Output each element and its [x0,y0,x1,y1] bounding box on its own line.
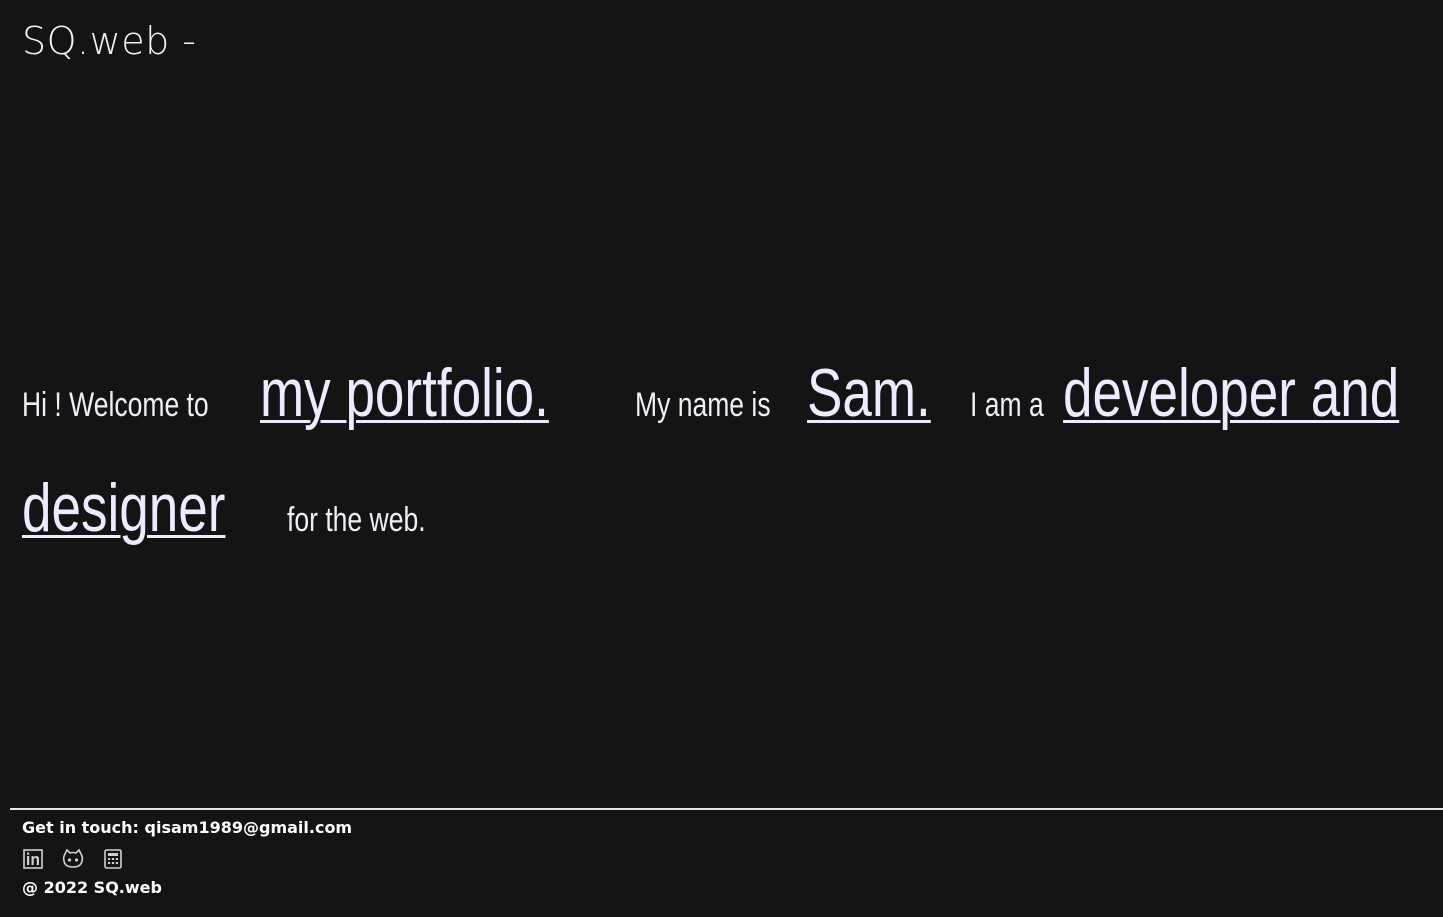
name-link[interactable]: Sam. [807,345,931,441]
copyright-text: @ 2022 SQ.web [22,878,162,897]
linkedin-icon[interactable] [22,848,44,870]
hero-role-text: I am a [970,386,1044,424]
developer-link[interactable]: developer and [1063,345,1399,441]
portfolio-link[interactable]: my portfolio. [260,345,549,441]
hero-line-1: Hi ! Welcome to my portfolio. My name is… [22,345,1399,460]
social-icons [22,847,352,871]
hero-web-text: for the web. [287,501,426,539]
calculator-icon[interactable] [102,848,124,870]
footer-divider [10,808,1443,810]
hero-name-text: My name is [634,386,771,424]
hero-text: Hi ! Welcome to my portfolio. My name is… [22,345,1399,575]
site-logo[interactable]: SQ.web - [22,18,196,64]
designer-link[interactable]: designer [22,460,225,556]
github-icon[interactable] [62,848,84,870]
hero-welcome-text: Hi ! Welcome to [22,386,209,424]
footer: Get in touch: qisam1989@gmail.com @ 2022… [22,817,352,899]
contact-email[interactable]: Get in touch: qisam1989@gmail.com [22,817,352,839]
hero-line-2: designer for the web. [22,460,1262,575]
